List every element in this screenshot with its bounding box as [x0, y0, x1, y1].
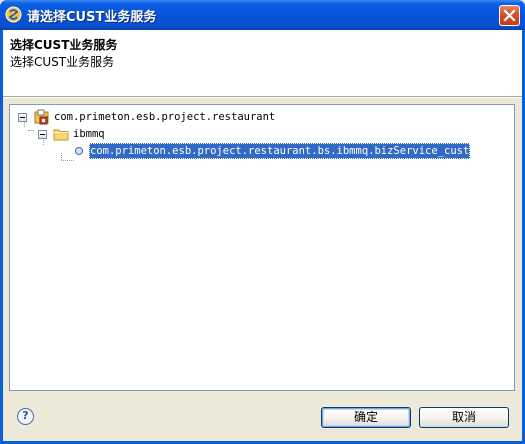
- app-icon: [5, 6, 22, 23]
- service-tree[interactable]: com.primeton.esb.project.restaurant ibmm…: [9, 104, 515, 391]
- tree-node-root[interactable]: com.primeton.esb.project.restaurant: [10, 109, 310, 125]
- folder-icon: [53, 129, 69, 141]
- cancel-button[interactable]: 取消: [419, 407, 509, 428]
- tree-node-label-selected: com.primeton.esb.project.restaurant.bs.i…: [89, 143, 471, 159]
- title-bar[interactable]: 请选择CUST业务服务: [0, 0, 525, 30]
- tree-line: [61, 160, 74, 161]
- ok-button[interactable]: 确定: [321, 407, 411, 428]
- header-title: 选择CUST业务服务: [10, 38, 118, 52]
- close-button[interactable]: [499, 5, 520, 26]
- dialog-client-area: 选择CUST业务服务 选择CUST业务服务 com.primeton.esb.p…: [3, 30, 522, 441]
- tree-node-label: com.primeton.esb.project.restaurant: [54, 111, 276, 123]
- collapse-toggle-icon[interactable]: [38, 130, 47, 139]
- tree-node-label: ibmmq: [73, 128, 105, 140]
- tree-node-service[interactable]: com.primeton.esb.project.restaurant.bs.i…: [10, 143, 510, 159]
- dialog-window: 请选择CUST业务服务 选择CUST业务服务 选择CUST业务服务 com.pr…: [0, 0, 525, 444]
- dialog-header: 选择CUST业务服务 选择CUST业务服务: [3, 30, 522, 96]
- header-description: 选择CUST业务服务: [10, 55, 115, 69]
- header-separator-highlight: [3, 97, 522, 98]
- window-title: 请选择CUST业务服务: [27, 10, 157, 25]
- help-button[interactable]: ?: [17, 408, 34, 425]
- project-icon: [34, 109, 49, 125]
- close-icon: [503, 9, 516, 22]
- tree-node-folder[interactable]: ibmmq: [10, 126, 210, 142]
- collapse-toggle-icon[interactable]: [18, 113, 27, 122]
- service-icon: [74, 146, 84, 156]
